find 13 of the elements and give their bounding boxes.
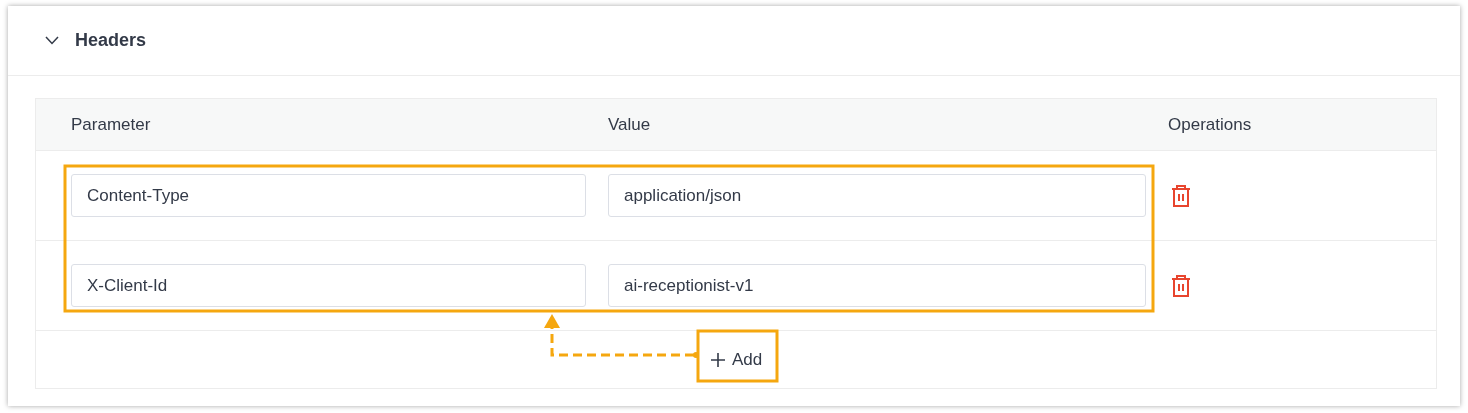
parameter-field[interactable]: X-Client-Id bbox=[71, 264, 586, 307]
chevron-icon[interactable] bbox=[45, 36, 59, 45]
add-button[interactable]: Add bbox=[706, 345, 767, 374]
column-header: Operations bbox=[1168, 114, 1252, 135]
section-title: Headers bbox=[75, 30, 147, 51]
parameter-field[interactable]: Content-Type bbox=[71, 174, 586, 217]
value-field[interactable]: application/json bbox=[608, 174, 1146, 217]
plus-icon bbox=[710, 351, 726, 368]
column-header: Value bbox=[608, 114, 651, 135]
value-field[interactable]: ai-receptionist-v1 bbox=[608, 264, 1146, 307]
delete-icon[interactable] bbox=[1170, 183, 1192, 208]
delete-icon[interactable] bbox=[1170, 273, 1192, 298]
column-header: Parameter bbox=[71, 114, 151, 135]
